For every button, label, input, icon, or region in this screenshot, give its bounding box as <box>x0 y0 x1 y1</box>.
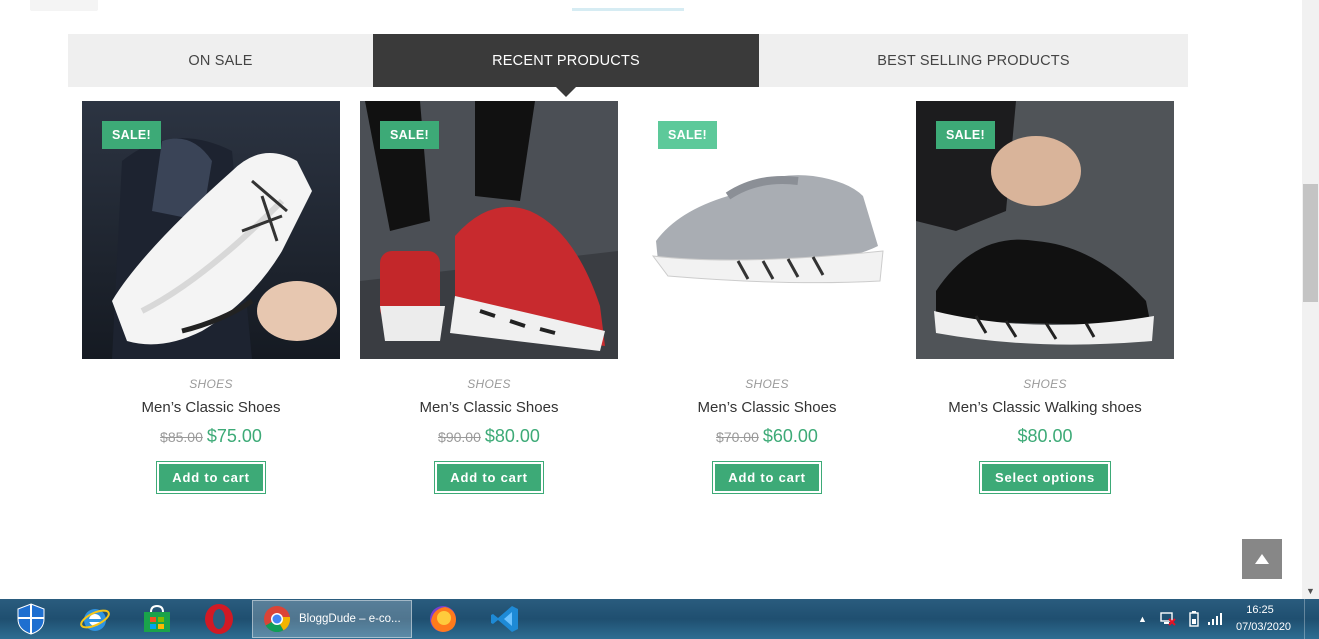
chrome-taskbar-button[interactable]: BloggDude – e-co... <box>252 600 412 638</box>
product-image[interactable]: SALE! <box>916 101 1174 359</box>
opera-icon[interactable] <box>188 599 250 639</box>
section-divider <box>572 8 684 11</box>
scroll-down-arrow-icon[interactable]: ▼ <box>1302 582 1319 599</box>
firefox-icon[interactable] <box>412 599 474 639</box>
battery-icon[interactable] <box>1189 599 1199 639</box>
product-name[interactable]: Men’s Classic Shoes <box>82 399 340 416</box>
sale-price: $75.00 <box>206 426 262 446</box>
signal-icon[interactable] <box>1208 599 1224 639</box>
sale-badge: SALE! <box>936 121 995 149</box>
product-card: SALE! SHOES Men’s Classic Walking shoes … <box>916 101 1174 494</box>
active-tab-arrow <box>556 87 576 97</box>
product-category[interactable]: SHOES <box>82 377 340 391</box>
select-options-button[interactable]: Select options <box>978 461 1112 494</box>
header-stub <box>30 0 98 11</box>
product-card: SALE! SHOES Men’s Classic Shoes $90.00 $8… <box>360 101 618 494</box>
tab-label: BEST SELLING PRODUCTS <box>877 52 1070 69</box>
product-image[interactable]: SALE! <box>82 101 340 359</box>
product-card: SALE! SHOES Men’s Classic Shoes $70.00 $6… <box>638 101 896 494</box>
tab-label: RECENT PRODUCTS <box>492 52 640 69</box>
add-to-cart-button[interactable]: Add to cart <box>156 461 266 494</box>
product-name[interactable]: Men’s Classic Shoes <box>638 399 896 416</box>
product-name[interactable]: Men’s Classic Walking shoes <box>916 399 1174 416</box>
tab-best-selling-products[interactable]: BEST SELLING PRODUCTS <box>759 34 1188 87</box>
add-to-cart-button[interactable]: Add to cart <box>712 461 822 494</box>
price: $80.00 <box>1017 426 1073 446</box>
sale-badge: SALE! <box>102 121 161 149</box>
taskbar: BloggDude – e-co... ▲ 16:25 07/03/2020 <box>0 599 1319 639</box>
vscode-icon[interactable] <box>474 599 536 639</box>
scroll-to-top-button[interactable] <box>1242 539 1282 579</box>
product-category[interactable]: SHOES <box>916 377 1174 391</box>
product-tabs: ON SALE RECENT PRODUCTS BEST SELLING PRO… <box>68 34 1188 97</box>
chevron-up-icon <box>1255 554 1269 564</box>
internet-explorer-icon[interactable] <box>64 599 126 639</box>
show-desktop-button[interactable] <box>1304 599 1319 639</box>
button-label: Select options <box>981 464 1109 491</box>
tab-label: ON SALE <box>188 52 253 69</box>
product-price: $90.00 $80.00 <box>360 426 618 447</box>
original-price: $85.00 <box>160 429 203 445</box>
task-label: BloggDude – e-co... <box>299 613 401 625</box>
taskbar-clock[interactable]: 16:25 07/03/2020 <box>1236 602 1292 636</box>
product-price: $85.00 $75.00 <box>82 426 340 447</box>
add-to-cart-button[interactable]: Add to cart <box>434 461 544 494</box>
product-category[interactable]: SHOES <box>360 377 618 391</box>
network-disconnected-icon[interactable] <box>1160 599 1176 639</box>
sale-badge: SALE! <box>380 121 439 149</box>
sale-badge: SALE! <box>658 121 717 149</box>
windows-defender-icon[interactable] <box>0 599 62 639</box>
scrollbar-thumb[interactable] <box>1303 184 1318 302</box>
product-price: $70.00 $60.00 <box>638 426 896 447</box>
chrome-icon <box>264 606 291 633</box>
clock-time: 16:25 <box>1246 604 1274 616</box>
product-name[interactable]: Men’s Classic Shoes <box>360 399 618 416</box>
tab-on-sale[interactable]: ON SALE <box>68 34 373 87</box>
clock-date: 07/03/2020 <box>1236 621 1292 633</box>
product-price: $80.00 <box>916 426 1174 447</box>
product-image[interactable]: SALE! <box>360 101 618 359</box>
original-price: $70.00 <box>716 429 759 445</box>
show-hidden-icons-icon[interactable]: ▲ <box>1138 599 1147 639</box>
button-label: Add to cart <box>437 464 541 491</box>
page-content: ON SALE RECENT PRODUCTS BEST SELLING PRO… <box>0 0 1302 599</box>
original-price: $90.00 <box>438 429 481 445</box>
product-card: SALE! SHOES Men’s Classic Shoes $85.00 $7… <box>82 101 340 494</box>
sale-price: $80.00 <box>484 426 540 446</box>
button-label: Add to cart <box>715 464 819 491</box>
store-icon[interactable] <box>126 599 188 639</box>
product-category[interactable]: SHOES <box>638 377 896 391</box>
tab-recent-products[interactable]: RECENT PRODUCTS <box>373 34 759 97</box>
product-image[interactable]: SALE! <box>638 101 896 359</box>
sale-price: $60.00 <box>762 426 818 446</box>
button-label: Add to cart <box>159 464 263 491</box>
